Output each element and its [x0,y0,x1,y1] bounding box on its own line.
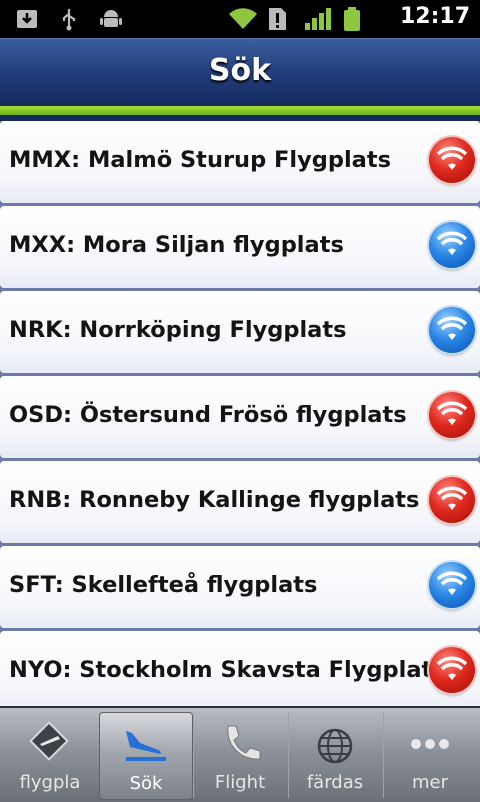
tab-label: Sök [129,773,163,794]
bottom-tab-bar: flygpla Sök Flight färdas mer [0,706,480,802]
plane-landing-icon [122,723,170,769]
page-title: Sök [208,53,272,88]
airport-label: OSD: Östersund Frösö flygplats [9,402,407,428]
airport-label: MMX: Malmö Sturup Flygplats [9,147,392,173]
tab-label: färdas [306,772,364,793]
status-bar: 12:17 [0,0,480,38]
list-item[interactable]: NYO: Stockholm Skavsta Flygplats [0,631,480,706]
wifi-status-icon[interactable] [429,477,475,523]
tab-label: mer [411,772,448,793]
tab-flight[interactable]: Flight [193,712,286,798]
cell-signal-icon [304,6,331,32]
wifi-status-icon[interactable] [429,392,475,438]
header-bar: Sök [0,38,480,107]
airport-label: NYO: Stockholm Skavsta Flygplats [9,657,446,683]
airport-label: SFT: Skellefteå flygplats [9,572,318,598]
battery-icon [342,6,368,32]
usb-icon [56,6,82,32]
list-item[interactable]: NRK: Norrköping Flygplats [0,291,480,373]
clock: 12:17 [399,4,470,29]
list-item[interactable]: MXX: Mora Siljan flygplats [0,206,480,288]
download-icon [14,6,40,32]
tab-label: Flight [214,772,266,793]
airport-label: NRK: Norrköping Flygplats [9,317,347,343]
more-dots-icon [406,722,454,768]
wifi-status-icon[interactable] [429,647,475,693]
tab-mer[interactable]: mer [383,712,476,798]
wifi-signal-icon [228,6,257,32]
tab-fardas[interactable]: färdas [288,712,381,798]
tab-sok[interactable]: Sök [99,712,193,800]
airport-label: RNB: Ronneby Kallinge flygplats [9,487,420,513]
airport-list[interactable]: MMX: Malmö Sturup Flygplats MXX: Mora Si… [0,121,480,706]
android-icon [98,6,124,32]
tab-flygplats[interactable]: flygpla [4,712,96,798]
alert-icon [266,6,292,32]
wifi-status-icon[interactable] [429,137,475,183]
airport-sign-icon [26,721,74,768]
wifi-status-icon[interactable] [429,222,475,268]
list-item[interactable]: MMX: Malmö Sturup Flygplats [0,121,480,203]
tab-label: flygpla [19,772,81,793]
airport-label: MXX: Mora Siljan flygplats [9,232,344,258]
list-item[interactable]: RNB: Ronneby Kallinge flygplats [0,461,480,543]
phone-icon [216,722,264,768]
wifi-status-icon[interactable] [429,562,475,608]
list-item[interactable]: OSD: Östersund Frösö flygplats [0,376,480,458]
list-item[interactable]: SFT: Skellefteå flygplats [0,546,480,628]
header-accent-divider [0,106,480,115]
wifi-status-icon[interactable] [429,307,475,353]
globe-icon [311,722,359,768]
